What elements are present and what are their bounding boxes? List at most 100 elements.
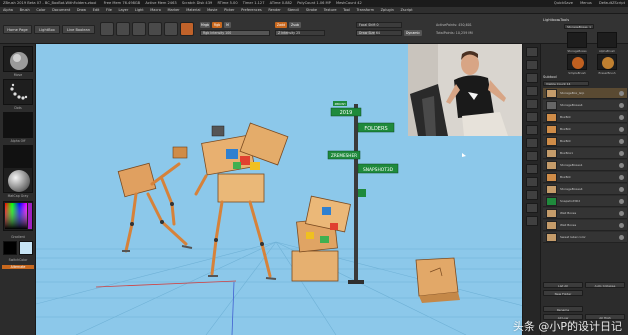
tray-icon-2[interactable]	[526, 60, 538, 70]
zadd-button[interactable]: Zadd	[275, 22, 287, 28]
quicksave-button[interactable]: QuickSave	[554, 1, 573, 5]
menu-movie[interactable]: Movie	[207, 8, 217, 12]
lightbox-button[interactable]: LightBox	[34, 25, 60, 34]
tray-icon-1[interactable]	[526, 47, 538, 57]
tool-thumb-alphabrush[interactable]	[597, 32, 617, 48]
m-button[interactable]: M	[224, 22, 231, 28]
tool-thumb-simplebrush[interactable]	[567, 54, 587, 70]
secondary-color-swatch[interactable]	[19, 241, 33, 255]
menu-transform[interactable]: Transform	[357, 8, 374, 12]
zsub-button[interactable]: Zsub	[289, 22, 301, 28]
menu-material[interactable]: Material	[186, 8, 200, 12]
tray-icon-12[interactable]	[526, 190, 538, 200]
subtool-row[interactable]: StorageBoxes1	[543, 160, 627, 171]
tray-icon-10[interactable]	[526, 164, 538, 174]
stat-active-mem: Active Mem 2463	[145, 1, 177, 5]
menu-brush[interactable]: Brush	[20, 8, 30, 12]
draw-mode-icon[interactable]	[116, 22, 130, 36]
tray-icon-11[interactable]	[526, 177, 538, 187]
menu-macro[interactable]: Macro	[150, 8, 161, 12]
material-thumb[interactable]	[3, 167, 33, 193]
menu-color[interactable]: Color	[36, 8, 45, 12]
subtool-row[interactable]: BoxBot	[543, 172, 627, 183]
subtool-row[interactable]: BoxBox1	[543, 148, 627, 159]
edit-mode-icon[interactable]	[100, 22, 114, 36]
subtool-row[interactable]: Wall Boxes	[543, 208, 627, 219]
alternate-button[interactable]: Alternate	[2, 265, 34, 269]
tray-icon-4[interactable]	[526, 86, 538, 96]
menus-button[interactable]: Menus	[580, 1, 592, 5]
focal-shift-slider[interactable]: Focal Shift 0	[356, 22, 402, 28]
draw-size-slider[interactable]: Draw Size 64	[356, 30, 402, 36]
menu-document[interactable]: Document	[52, 8, 70, 12]
stroke-thumb[interactable]	[3, 79, 33, 105]
rgb-button[interactable]: Rgb	[212, 22, 222, 28]
menu-draw[interactable]: Draw	[77, 8, 86, 12]
stat-atime: ATime 0.882	[269, 1, 293, 5]
list-all-button[interactable]: List All	[543, 282, 583, 288]
menu-tool[interactable]: Tool	[343, 8, 350, 12]
tray-icon-7[interactable]	[526, 125, 538, 135]
lightbox-tools-header[interactable]: Lightbox▸Tools	[543, 18, 569, 22]
tray-icon-5[interactable]	[526, 99, 538, 109]
switch-color-label[interactable]: SwitchColor	[0, 258, 36, 262]
menu-edit[interactable]: Edit	[93, 8, 100, 12]
dynamic-button[interactable]: Dynamic	[404, 30, 422, 36]
tray-icon-13[interactable]	[526, 203, 538, 213]
menu-file[interactable]: File	[106, 8, 112, 12]
visible-count-slider[interactable]: Visible Count 14	[543, 81, 589, 86]
tray-icon-3[interactable]	[526, 73, 538, 83]
default-zscript-button[interactable]: DefaultZScript	[599, 1, 625, 5]
gradient-label: Gradient	[11, 235, 25, 239]
tool-thumb-eraserbrush[interactable]	[597, 54, 617, 70]
subtool-row[interactable]: BoxBot	[543, 124, 627, 135]
menu-light[interactable]: Light	[135, 8, 144, 12]
subtool-row[interactable]: Wall Boxes	[543, 220, 627, 231]
menu-alpha[interactable]: Alpha	[3, 8, 13, 12]
main-color-swatch[interactable]	[3, 241, 17, 255]
subtool-header[interactable]: Subtool	[543, 75, 557, 79]
menu-stencil[interactable]: Stencil	[287, 8, 299, 12]
subtool-row[interactable]: StorageBoxes4	[543, 184, 627, 195]
tool-thumb-storageboxes[interactable]	[567, 32, 587, 48]
menu-zscript[interactable]: Zscript	[400, 8, 412, 12]
subtool-row[interactable]: StorageBoxes4	[543, 100, 627, 111]
new-folder-button[interactable]: New Folder	[543, 290, 583, 296]
eye-icon	[619, 211, 624, 216]
z-intensity-slider[interactable]: Z Intensity 25	[275, 30, 325, 36]
menu-stroke[interactable]: Stroke	[306, 8, 317, 12]
scale-mode-icon[interactable]	[148, 22, 162, 36]
transpose-icon[interactable]	[180, 22, 194, 36]
alpha-thumb[interactable]	[3, 112, 33, 138]
menu-marker[interactable]: Marker	[168, 8, 180, 12]
home-page-button[interactable]: Home Page	[3, 25, 32, 34]
auto-collapse-button[interactable]: Auto Collapse	[585, 282, 625, 288]
subtool-row[interactable]: Sweat label color	[543, 232, 627, 243]
color-picker[interactable]	[3, 201, 33, 231]
rotate-mode-icon[interactable]	[164, 22, 178, 36]
subtool-row[interactable]: Snapshot3D2	[543, 196, 627, 207]
menu-picker[interactable]: Picker	[224, 8, 234, 12]
tray-icon-9[interactable]	[526, 151, 538, 161]
live-boolean-button[interactable]: Live Boolean	[62, 25, 95, 34]
rgb-intensity-slider[interactable]: Rgb Intensity 100	[200, 30, 270, 36]
subtool-row[interactable]: StorageBox_Grp	[543, 88, 627, 99]
subtool-row[interactable]: BoxBot	[543, 136, 627, 147]
menu-preferences[interactable]: Preferences	[241, 8, 262, 12]
right-tray: Lightbox▸Tools StorageBoxes_1 StorageBox…	[522, 18, 628, 335]
tray-icon-14[interactable]	[526, 216, 538, 226]
cursor-icon	[462, 153, 466, 157]
tray-icon-8[interactable]	[526, 138, 538, 148]
rename-button[interactable]: Rename	[543, 306, 583, 312]
subtool-row[interactable]: BoxBot	[543, 112, 627, 123]
tray-icon-6[interactable]	[526, 112, 538, 122]
move-mode-icon[interactable]	[132, 22, 146, 36]
mrgb-button[interactable]: Mrgb	[200, 22, 210, 28]
matcap-sphere-icon	[8, 170, 30, 192]
menu-layer[interactable]: Layer	[119, 8, 129, 12]
menu-zplugin[interactable]: Zplugin	[381, 8, 394, 12]
current-tool-name[interactable]: StorageBoxes_1	[564, 24, 594, 29]
menu-texture[interactable]: Texture	[324, 8, 337, 12]
move-brush-thumb[interactable]	[3, 46, 33, 72]
menu-render[interactable]: Render	[268, 8, 280, 12]
